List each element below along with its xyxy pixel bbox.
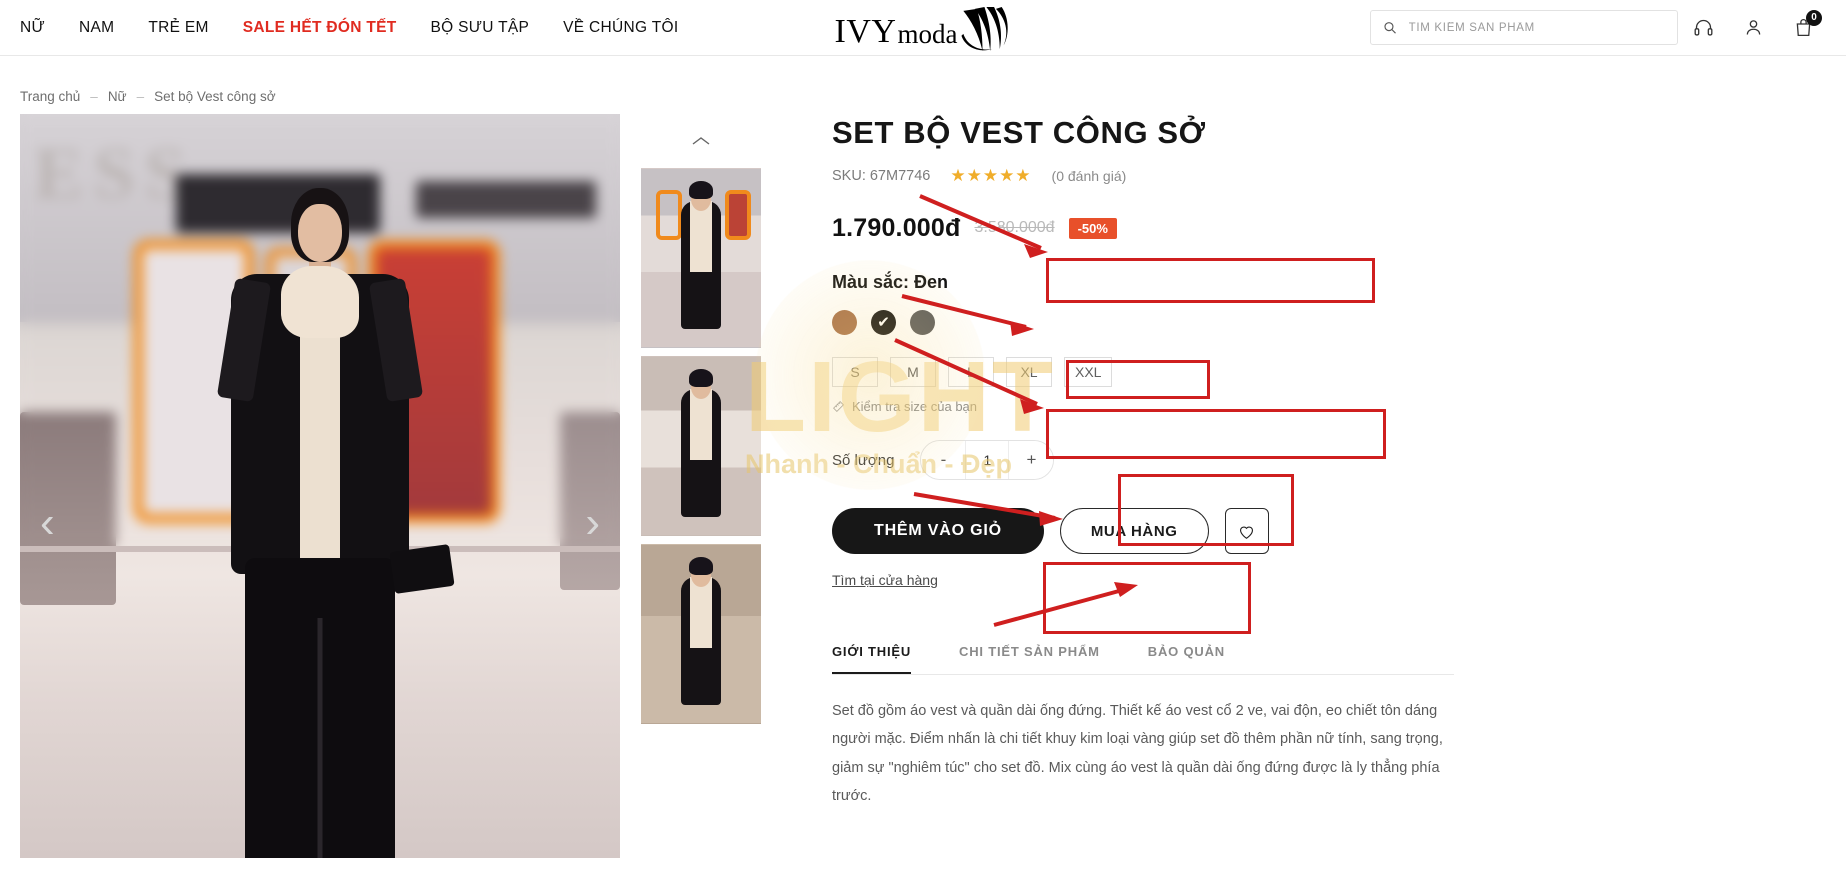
- nav-item-nu[interactable]: NỮ: [20, 19, 45, 37]
- cart-count-badge: 0: [1806, 9, 1822, 26]
- size-option-xl[interactable]: XL: [1006, 357, 1052, 388]
- headphones-icon: [1694, 19, 1712, 36]
- search-icon: [1384, 22, 1396, 34]
- breadcrumb-item-nu[interactable]: Nữ: [108, 89, 127, 104]
- size-guide-label: Kiểm tra size của bạn: [852, 399, 978, 415]
- quantity-increment-button[interactable]: +: [1009, 441, 1054, 480]
- find-in-store-link[interactable]: Tìm tại cửa hàng: [832, 572, 938, 588]
- site-header: NỮ NAM TRẺ EM SALE HẾT ĐÓN TẾT BỘ SƯU TẬ…: [0, 0, 1846, 56]
- price-original: 3.580.000đ: [974, 219, 1055, 237]
- runway-background: ESS: [20, 114, 620, 858]
- color-swatch-gray[interactable]: [910, 309, 935, 335]
- nav-item-nam[interactable]: NAM: [79, 19, 114, 37]
- logo-text-ivy: IVY: [834, 12, 897, 50]
- add-to-cart-button[interactable]: THÊM VÀO GIỎ: [832, 508, 1044, 555]
- wishlist-button[interactable]: [1224, 508, 1269, 555]
- logo-wing-icon: [961, 6, 1008, 51]
- color-swatches: ✔: [832, 307, 1470, 337]
- ruler-icon: [833, 401, 844, 413]
- header-actions: 0: [1370, 8, 1828, 48]
- product-main: ESS ‹ › SET BỘ VEST CÔNG SỞ SKU: 67M7746…: [0, 114, 1846, 858]
- size-option-m[interactable]: M: [890, 357, 936, 388]
- nav-item-ve-chung-toi[interactable]: VỀ CHÚNG TÔI: [563, 19, 678, 37]
- support-button[interactable]: [1678, 8, 1728, 48]
- site-logo[interactable]: IVY moda: [834, 6, 1012, 51]
- logo-text-moda: moda: [897, 18, 958, 49]
- nav-item-tre-em[interactable]: TRẺ EM: [148, 19, 208, 37]
- color-swatch-brown[interactable]: [832, 309, 857, 335]
- quantity-label: Số lượng: [832, 451, 895, 469]
- rating-stars: ★★★★★: [950, 166, 1032, 186]
- heart-icon: [1240, 526, 1254, 539]
- thumbnail-item[interactable]: [641, 356, 761, 536]
- breadcrumb: Trang chủ – Nữ – Set bộ Vest công sở: [0, 56, 1846, 114]
- product-detail-page: NỮ NAM TRẺ EM SALE HẾT ĐÓN TẾT BỘ SƯU TẬ…: [0, 0, 1846, 887]
- gallery-next-arrow[interactable]: ›: [585, 501, 600, 545]
- cart-button[interactable]: 0: [1778, 8, 1828, 48]
- breadcrumb-separator: –: [90, 88, 98, 104]
- product-description: Set đồ gồm áo vest và quần dài ống đứng.…: [832, 703, 1443, 804]
- size-guide-link[interactable]: Kiểm tra size của bạn: [832, 399, 1470, 414]
- size-option-l[interactable]: L: [948, 357, 994, 388]
- product-tabs: GIỚI THIỆU CHI TIẾT SẢN PHẨM BẢO QUẢN: [832, 644, 1454, 676]
- breadcrumb-separator: –: [136, 88, 145, 104]
- swatch-check-icon: ✔: [877, 313, 890, 331]
- color-swatch-black[interactable]: ✔: [871, 309, 896, 335]
- main-navigation: NỮ NAM TRẺ EM SALE HẾT ĐÓN TẾT BỘ SƯU TẬ…: [0, 19, 678, 37]
- gallery-prev-arrow[interactable]: ‹: [40, 501, 55, 545]
- tab-bao-quan[interactable]: BẢO QUẢN: [1148, 644, 1225, 674]
- thumbnail-item[interactable]: [641, 544, 761, 724]
- tab-gioi-thieu[interactable]: GIỚI THIỆU: [832, 644, 912, 675]
- search-box[interactable]: [1370, 10, 1678, 45]
- user-icon: [1746, 20, 1760, 35]
- cta-row: THÊM VÀO GIỎ MUA HÀNG: [832, 508, 1470, 555]
- color-label: Màu sắc: Đen: [832, 272, 949, 293]
- search-input[interactable]: [1408, 21, 1665, 34]
- chevron-up-icon: [692, 137, 710, 145]
- thumbnail-strip: [620, 114, 770, 858]
- model-figure: [170, 188, 470, 858]
- quantity-stepper[interactable]: - 1 +: [920, 440, 1055, 481]
- discount-badge: -50%: [1068, 217, 1117, 239]
- size-option-xxl[interactable]: XXL: [1064, 357, 1113, 388]
- page-title: SET BỘ VEST CÔNG SỞ: [832, 115, 1206, 150]
- price-current: 1.790.000đ: [832, 213, 961, 242]
- tab-chi-tiet-san-pham[interactable]: CHI TIẾT SẢN PHẨM: [959, 644, 1100, 674]
- thumbnail-up-chevron-icon[interactable]: [632, 114, 770, 168]
- product-sku: SKU: 67M7746: [832, 168, 931, 185]
- quantity-decrement-button[interactable]: -: [921, 441, 966, 480]
- price-row: 1.790.000đ 3.580.000đ -50%: [832, 208, 1470, 248]
- size-option-s[interactable]: S: [832, 357, 878, 388]
- buy-now-button[interactable]: MUA HÀNG: [1059, 508, 1209, 555]
- product-main-image[interactable]: ESS ‹ ›: [20, 114, 620, 858]
- quantity-row: Số lượng - 1 +: [832, 438, 1470, 482]
- nav-item-sale[interactable]: SALE HẾT ĐÓN TẾT: [243, 19, 397, 37]
- product-details: SET BỘ VEST CÔNG SỞ SKU: 67M7746 ★★★★★ (…: [770, 114, 1470, 858]
- thumbnail-item[interactable]: [641, 168, 761, 348]
- quantity-value[interactable]: 1: [965, 441, 1010, 480]
- product-meta: SKU: 67M7746 ★★★★★ (0 đánh giá): [832, 166, 1470, 186]
- nav-item-bo-suu-tap[interactable]: BỘ SƯU TẬP: [431, 19, 530, 37]
- size-selector: S M L XL XXL: [832, 357, 1470, 388]
- account-button[interactable]: [1728, 8, 1778, 48]
- breadcrumb-item-home[interactable]: Trang chủ: [20, 89, 80, 104]
- breadcrumb-item-current: Set bộ Vest công sở: [154, 88, 276, 104]
- rating-count[interactable]: (0 đánh giá): [1052, 168, 1127, 184]
